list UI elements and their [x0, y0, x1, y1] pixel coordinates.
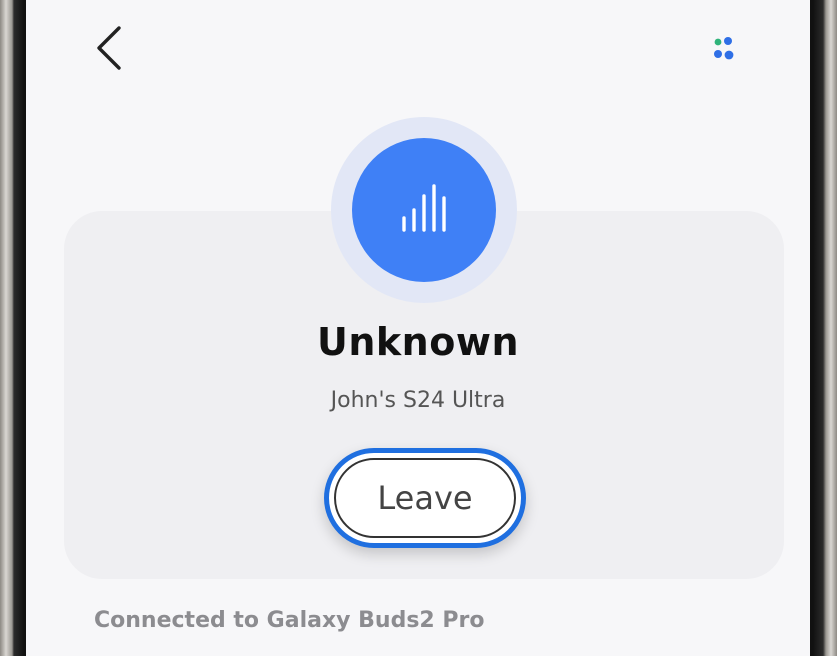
device-owner: John's S24 Ultra	[330, 388, 506, 413]
leave-button[interactable]: Leave	[334, 458, 516, 538]
chevron-left-icon	[97, 26, 121, 70]
dots-menu-icon	[714, 37, 734, 60]
more-options-button[interactable]	[706, 30, 746, 70]
back-button[interactable]	[86, 24, 134, 72]
device-avatar	[352, 138, 496, 282]
phone-screen: Unknown John's S24 Ultra Leave Connected…	[26, 0, 810, 656]
audio-bars-icon	[402, 184, 446, 232]
connection-status: Connected to Galaxy Buds2 Pro	[94, 608, 485, 633]
device-name: Unknown	[317, 320, 519, 364]
